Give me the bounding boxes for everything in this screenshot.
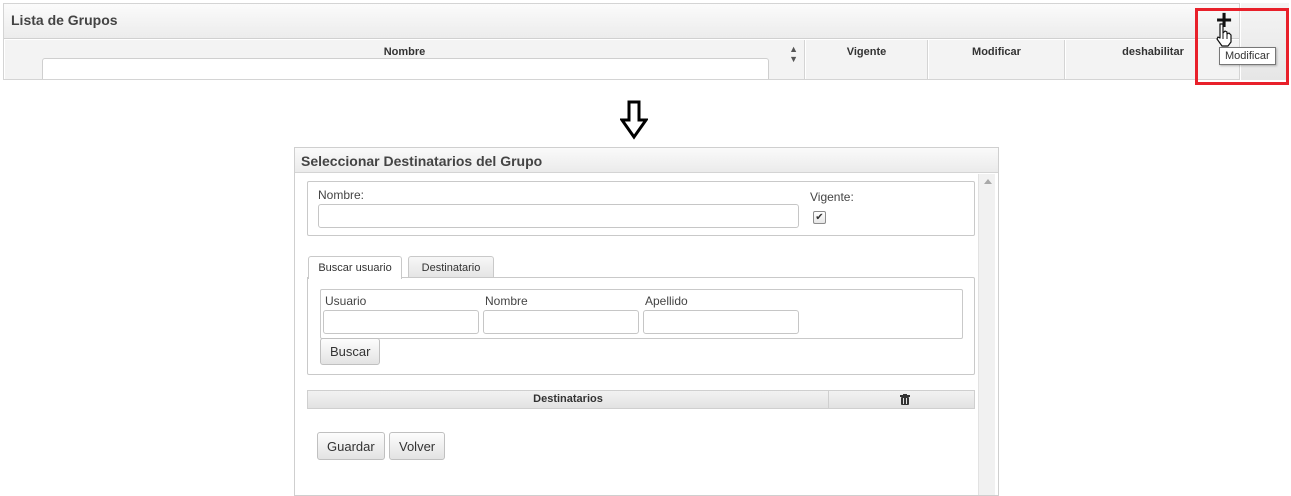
column-header-modificar[interactable]: Modificar: [928, 40, 1065, 79]
nombre-input[interactable]: [318, 204, 799, 228]
vigente-checkbox[interactable]: ✔: [813, 211, 826, 224]
dialog-header: Seleccionar Destinatarios del Grupo: [295, 148, 998, 173]
tab-destinatario[interactable]: Destinatario: [408, 256, 494, 278]
search-nombre-label: Nombre: [485, 294, 528, 308]
tab-buscar-usuario-label: Buscar usuario: [318, 262, 392, 274]
buscar-usuario-panel: Usuario Nombre Apellido Buscar: [307, 277, 975, 375]
group-form: Nombre: Vigente: ✔: [307, 181, 975, 236]
grid-header-row: Nombre ▲ ▼ Vigente Modificar deshabilitar: [4, 40, 1239, 79]
trash-icon[interactable]: [900, 394, 910, 405]
column-header-nombre-label: Nombre: [383, 46, 426, 58]
destinatarios-column-header: Destinatarios: [533, 393, 603, 405]
lista-grupos-header: Lista de Grupos: [4, 4, 1239, 39]
column-header-deshabilitar-label: deshabilitar: [1122, 46, 1184, 58]
seleccionar-destinatarios-dialog: Seleccionar Destinatarios del Grupo Nomb…: [294, 147, 999, 496]
column-header-vigente[interactable]: Vigente: [805, 40, 928, 79]
sort-icon[interactable]: ▲ ▼: [789, 44, 798, 64]
column-header-nombre[interactable]: Nombre ▲ ▼: [4, 40, 805, 79]
highlight-box: [1195, 8, 1289, 85]
volver-button[interactable]: Volver: [389, 432, 446, 460]
nombre-filter-input[interactable]: [42, 58, 769, 79]
lista-grupos-panel: Lista de Grupos Nombre ▲ ▼ Vigente Modifi…: [3, 3, 1240, 80]
usuario-input[interactable]: [323, 310, 479, 334]
vigente-label: Vigente:: [810, 190, 854, 204]
scroll-up-arrow-icon[interactable]: [984, 179, 992, 184]
column-header-vigente-label: Vigente: [846, 46, 887, 58]
usuario-label: Usuario: [325, 294, 367, 308]
destinatarios-table-header: Destinatarios: [307, 390, 975, 409]
tab-buscar-usuario[interactable]: Buscar usuario: [308, 256, 402, 279]
dialog-title: Seleccionar Destinatarios del Grupo: [301, 153, 543, 169]
down-arrow-icon: [620, 100, 648, 140]
vertical-scrollbar[interactable]: [978, 174, 995, 495]
column-divider: [828, 391, 829, 408]
buscar-button[interactable]: Buscar: [320, 338, 381, 365]
apellido-input[interactable]: [643, 310, 799, 334]
nombre-label: Nombre:: [318, 188, 365, 202]
lista-grupos-title: Lista de Grupos: [11, 12, 118, 28]
guardar-button[interactable]: Guardar: [317, 432, 385, 460]
column-header-modificar-label: Modificar: [972, 46, 1021, 58]
tab-destinatario-label: Destinatario: [421, 262, 481, 274]
search-fields-box: Usuario Nombre Apellido: [320, 289, 963, 339]
apellido-label: Apellido: [645, 294, 688, 308]
search-nombre-input[interactable]: [483, 310, 639, 334]
